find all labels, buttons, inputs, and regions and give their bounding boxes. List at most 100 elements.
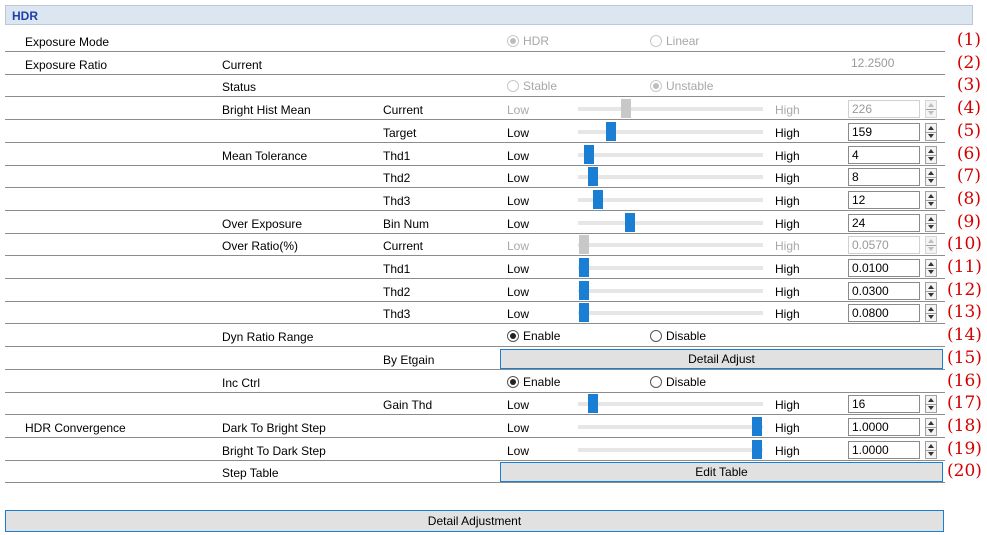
section-header: HDR: [5, 5, 973, 25]
slider-high-label: High: [775, 284, 800, 299]
spin-buttons[interactable]: [925, 213, 937, 232]
table-row: Over Ratio(%) Current Low High 0.0570: [5, 234, 945, 257]
spin-buttons[interactable]: [925, 304, 937, 323]
slider-track[interactable]: [578, 303, 763, 323]
spin-buttons[interactable]: [925, 122, 937, 141]
value-input[interactable]: 24: [848, 213, 920, 232]
detail-adjust-button[interactable]: Detail Adjust: [500, 348, 943, 369]
slider-track[interactable]: [578, 258, 763, 277]
slider-track[interactable]: [578, 394, 763, 414]
radio-unstable[interactable]: [650, 80, 662, 93]
detail-adjustment-button[interactable]: Detail Adjustment: [5, 510, 944, 532]
radio-label: Enable: [523, 374, 561, 389]
slider-track[interactable]: [578, 235, 763, 255]
row-number-annotation: (3): [956, 75, 981, 96]
sub-parameter-label: Current: [383, 239, 424, 254]
value-input[interactable]: 12: [848, 190, 920, 209]
slider-track[interactable]: [578, 439, 763, 459]
row-number-annotation: (18): [947, 415, 982, 436]
row-number-annotation: (2): [956, 52, 981, 73]
slider-high-label: High: [775, 193, 800, 208]
slider-low-label: Low: [507, 239, 530, 254]
value-input[interactable]: 16: [848, 395, 920, 414]
table-row: Thd3 Low High 12: [5, 189, 945, 211]
spin-buttons[interactable]: [925, 190, 937, 209]
slider-track[interactable]: [578, 189, 763, 209]
spin-buttons[interactable]: [925, 395, 937, 414]
slider-high-label: High: [775, 103, 800, 118]
value-input[interactable]: 4: [848, 145, 920, 164]
value-input[interactable]: 1.0000: [848, 417, 920, 436]
parameter-label: Inc Ctrl: [222, 375, 261, 390]
radio-disable[interactable]: [650, 330, 662, 343]
radio-stable[interactable]: [507, 80, 519, 93]
slider-track[interactable]: [578, 416, 763, 436]
value-input[interactable]: 0.0300: [848, 281, 920, 300]
parameter-label: Mean Tolerance: [222, 148, 308, 163]
row-number-annotation: (8): [956, 188, 981, 209]
slider-thumb[interactable]: [587, 167, 598, 187]
slider-thumb[interactable]: [578, 280, 589, 300]
slider-high-label: High: [775, 398, 800, 413]
spin-buttons[interactable]: [925, 281, 937, 300]
row-number-annotation: (20): [947, 461, 982, 482]
table-row: Exposure Ratio Current 12.2500: [5, 53, 945, 75]
row-number-annotation: (15): [947, 347, 982, 368]
parameter-label: Over Exposure: [222, 216, 303, 231]
slider-low-label: Low: [507, 193, 530, 208]
radio-hdr[interactable]: [507, 35, 519, 47]
value-input: 0.0570: [848, 236, 920, 255]
slider-thumb[interactable]: [624, 212, 635, 232]
value-readout: 12.2500: [848, 54, 920, 73]
spin-buttons[interactable]: [925, 145, 937, 164]
value-input[interactable]: 1.0000: [848, 440, 920, 459]
table-row: Bright Hist Mean Current Low High 226: [5, 98, 945, 121]
slider-thumb: [578, 235, 589, 255]
slider-thumb[interactable]: [584, 144, 595, 164]
slider-low-label: Low: [507, 262, 530, 276]
slider-thumb[interactable]: [587, 394, 598, 414]
slider-track[interactable]: [578, 167, 763, 187]
parameter-label: Dyn Ratio Range: [222, 330, 314, 345]
slider-track[interactable]: [578, 144, 763, 164]
parameter-label: Status: [222, 80, 257, 95]
spin-buttons[interactable]: [925, 168, 937, 187]
value-input[interactable]: 159: [848, 122, 920, 141]
slider-track[interactable]: [578, 280, 763, 300]
sub-parameter-label: Thd2: [383, 171, 411, 186]
radio-linear[interactable]: [650, 35, 662, 47]
radio-enable[interactable]: [507, 375, 519, 388]
radio-enable[interactable]: [507, 330, 519, 343]
value-input[interactable]: 8: [848, 168, 920, 187]
parameter-label: Dark To Bright Step: [222, 420, 326, 435]
table-row: Mean Tolerance Thd1 Low High 4: [5, 144, 945, 166]
slider-low-label: Low: [507, 443, 530, 458]
slider-thumb[interactable]: [606, 121, 617, 141]
row-number-annotation: (10): [947, 234, 982, 255]
spin-buttons[interactable]: [925, 259, 937, 277]
radio-label: Stable: [523, 79, 558, 94]
slider-track[interactable]: [578, 121, 763, 141]
slider-thumb[interactable]: [578, 303, 589, 323]
parameter-label: Bright To Dark Step: [222, 443, 326, 458]
spin-buttons[interactable]: [925, 440, 937, 459]
value-input[interactable]: 0.0100: [848, 259, 920, 277]
slider-low-label: Low: [507, 148, 530, 163]
slider-track[interactable]: [578, 212, 763, 232]
slider-thumb[interactable]: [578, 258, 589, 277]
slider-thumb[interactable]: [752, 439, 763, 459]
edit-table-button[interactable]: Edit Table: [500, 462, 943, 483]
value-input: 226: [848, 100, 920, 119]
table-row: Step Table Edit Table: [5, 461, 945, 484]
slider-thumb[interactable]: [593, 189, 604, 209]
spin-buttons[interactable]: [925, 417, 937, 436]
table-row: Dyn Ratio Range Enable Disable: [5, 325, 945, 348]
slider-thumb[interactable]: [752, 416, 763, 436]
value-input[interactable]: 0.0800: [848, 304, 920, 323]
slider-track[interactable]: [578, 99, 763, 119]
row-number-annotation: (5): [956, 120, 981, 141]
radio-disable[interactable]: [650, 375, 662, 388]
table-row: Gain Thd Low High 16: [5, 393, 945, 416]
sub-parameter-label: Current: [383, 103, 424, 118]
slider-high-label: High: [775, 443, 800, 458]
